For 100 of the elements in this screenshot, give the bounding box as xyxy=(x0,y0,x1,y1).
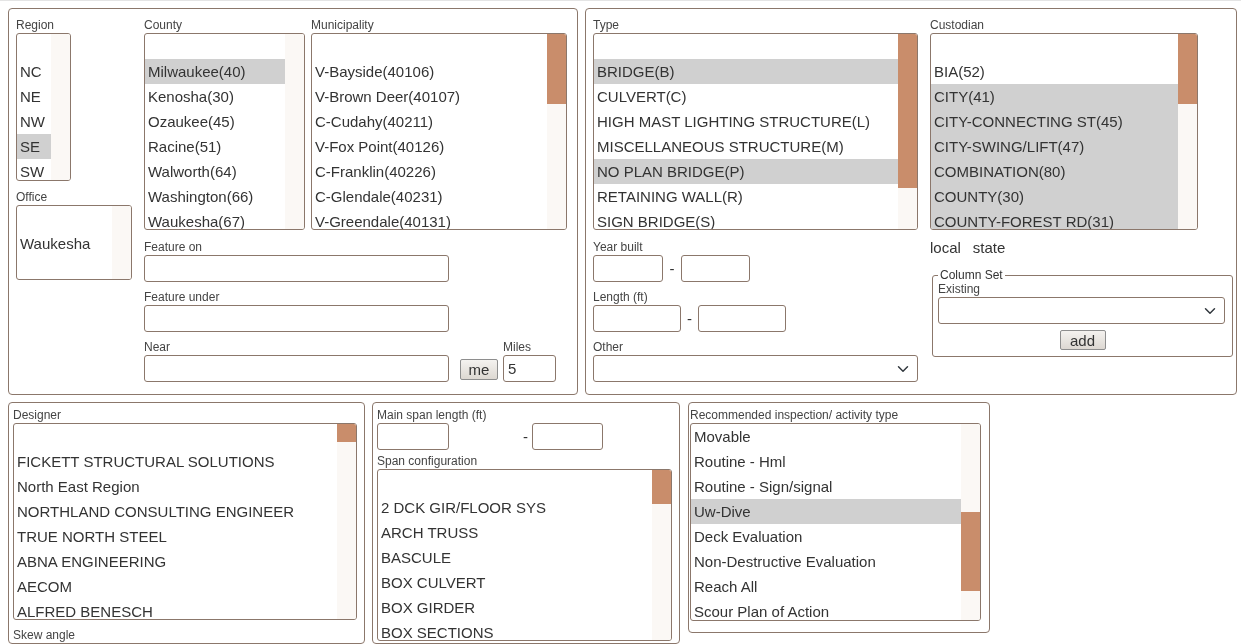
scrollbar-thumb[interactable] xyxy=(961,512,980,591)
designer-listbox[interactable]: FICKETT STRUCTURAL SOLUTIONS North East Region NORTHLAND CONSULTING ENGINEER TRUE NORTH STEEL ABNA ENGINEERING AECOM ALFRED BENESCH xyxy=(13,423,357,620)
field-label: County xyxy=(144,18,184,33)
list-item[interactable]: CITY-SWING/LIFT(47) xyxy=(931,134,1178,159)
scope-link[interactable]: state xyxy=(972,238,1006,258)
list-item[interactable]: Milwaukee(40) xyxy=(145,59,285,84)
list-item[interactable]: NE xyxy=(17,84,51,109)
list-item[interactable]: SW xyxy=(17,159,51,180)
list-item[interactable]: COUNTY(30) xyxy=(931,184,1178,209)
input-field[interactable] xyxy=(144,305,449,332)
list-item[interactable]: COMBINATION(80) xyxy=(931,159,1178,184)
list-item[interactable]: BOX SECTIONS xyxy=(378,620,652,640)
list-item[interactable]: BASCULE xyxy=(378,545,652,570)
input-field[interactable] xyxy=(698,305,786,332)
scrollbar[interactable] xyxy=(898,34,917,229)
region-listbox[interactable]: NC NE NW SE SW xyxy=(16,33,71,181)
list-item[interactable]: Racine(51) xyxy=(145,134,285,159)
list-item[interactable]: V-Fox Point(40126) xyxy=(312,134,547,159)
list-item[interactable]: RETAINING WALL(R) xyxy=(594,184,898,209)
input-field[interactable] xyxy=(144,355,449,382)
list-item[interactable]: HIGH MAST LIGHTING STRUCTURE(L) xyxy=(594,109,898,134)
field-label: Region xyxy=(16,18,56,33)
list-item[interactable]: TRUE NORTH STEEL xyxy=(14,524,337,549)
scrollbar[interactable] xyxy=(337,424,356,619)
input-field[interactable] xyxy=(144,255,449,282)
scope-link[interactable]: local xyxy=(930,238,961,258)
list-item[interactable]: V-Brown Deer(40107) xyxy=(312,84,547,109)
scrollbar-thumb[interactable] xyxy=(337,424,356,442)
list-item[interactable]: Non-Destructive Evaluation xyxy=(691,549,961,574)
inspection-type-listbox[interactable]: Movable Routine - Hml Routine - Sign/signal Uw-Dive Deck Evaluation Non-Destructive Evaluation Reach All Scour Plan of Action xyxy=(690,423,981,621)
add-button[interactable]: add xyxy=(1059,330,1106,350)
list-item[interactable]: Reach All xyxy=(691,574,961,599)
other-select[interactable] xyxy=(593,355,918,382)
existing-select[interactable] xyxy=(938,297,1225,324)
list-item[interactable]: NC xyxy=(17,59,51,84)
scrollbar[interactable] xyxy=(285,34,304,229)
scrollbar-thumb[interactable] xyxy=(652,470,671,504)
list-item[interactable]: BRIDGE(B) xyxy=(594,59,898,84)
list-item[interactable]: North East Region xyxy=(14,474,337,499)
field-label: Feature on xyxy=(144,240,204,255)
list-item[interactable]: ARCH TRUSS xyxy=(378,520,652,545)
list-item[interactable]: NO PLAN BRIDGE(P) xyxy=(594,159,898,184)
list-item[interactable]: CITY(41) xyxy=(931,84,1178,109)
field-label: Type xyxy=(593,18,620,33)
list-item[interactable]: 2 DCK GIR/FLOOR SYS xyxy=(378,495,652,520)
input-field[interactable] xyxy=(377,423,449,450)
scrollbar[interactable] xyxy=(51,34,70,180)
input-field[interactable] xyxy=(593,305,681,332)
list-item[interactable]: NW xyxy=(17,109,51,134)
field-label: Length (ft) xyxy=(593,290,649,305)
list-item[interactable]: CITY-CONNECTING ST(45) xyxy=(931,109,1178,134)
input-field[interactable] xyxy=(681,255,750,282)
list-item[interactable]: V-Bayside(40106) xyxy=(312,59,547,84)
group-legend: Column Set xyxy=(938,268,1005,282)
list-item[interactable]: SE xyxy=(17,134,51,159)
list-item[interactable]: Washington(66) xyxy=(145,184,285,209)
field-label: Custodian xyxy=(930,18,986,33)
list-item[interactable]: Uw-Dive xyxy=(691,499,961,524)
scrollbar[interactable] xyxy=(112,206,131,279)
span-configuration-listbox[interactable]: 2 DCK GIR/FLOOR SYS ARCH TRUSS BASCULE BOX CULVERT BOX GIRDER BOX SECTIONS xyxy=(377,469,672,641)
list-item[interactable]: Movable xyxy=(691,424,961,449)
scrollbar[interactable] xyxy=(961,424,980,620)
field-label: Near xyxy=(144,340,171,355)
office-listbox[interactable]: Waukesha xyxy=(16,205,132,280)
list-item[interactable]: C-Franklin(40226) xyxy=(312,159,547,184)
list-item[interactable]: MISCELLANEOUS STRUCTURE(M) xyxy=(594,134,898,159)
scrollbar-thumb[interactable] xyxy=(898,34,917,189)
list-item[interactable]: C-Glendale(40231) xyxy=(312,184,547,209)
list-item[interactable]: CULVERT(C) xyxy=(594,84,898,109)
locate-button[interactable]: me xyxy=(460,359,498,380)
list-item[interactable]: C-Cudahy(40211) xyxy=(312,109,547,134)
field-label: Feature under xyxy=(144,290,221,305)
field-label: Other xyxy=(593,340,624,355)
list-item[interactable]: NORTHLAND CONSULTING ENGINEER xyxy=(14,499,337,524)
list-item[interactable]: BOX CULVERT xyxy=(378,570,652,595)
list-item[interactable]: BIA(52) xyxy=(931,59,1178,84)
scrollbar[interactable] xyxy=(1178,34,1197,229)
field-label: Designer xyxy=(13,408,63,423)
list-item[interactable]: AECOM xyxy=(14,574,337,599)
miles-field[interactable]: 5 xyxy=(503,355,556,382)
list-item[interactable]: BOX GIRDER xyxy=(378,595,652,620)
list-item[interactable]: Routine - Hml xyxy=(691,449,961,474)
list-item[interactable]: Walworth(64) xyxy=(145,159,285,184)
scrollbar[interactable] xyxy=(652,470,671,640)
scrollbar[interactable] xyxy=(547,34,566,229)
scrollbar-thumb[interactable] xyxy=(547,34,566,105)
list-item[interactable]: Scour Plan of Action xyxy=(691,599,961,620)
input-field[interactable] xyxy=(593,255,663,282)
list-item[interactable]: Deck Evaluation xyxy=(691,524,961,549)
input-field[interactable] xyxy=(532,423,603,450)
list-item[interactable]: Routine - Sign/signal xyxy=(691,474,961,499)
list-item[interactable]: FICKETT STRUCTURAL SOLUTIONS xyxy=(14,449,337,474)
field-label: Recommended inspection/ activity type xyxy=(690,408,900,423)
list-item[interactable]: ABNA ENGINEERING xyxy=(14,549,337,574)
list-item[interactable]: Ozaukee(45) xyxy=(145,109,285,134)
list-item[interactable]: Kenosha(30) xyxy=(145,84,285,109)
range-separator: - xyxy=(668,259,676,279)
scrollbar-thumb[interactable] xyxy=(1178,34,1197,105)
list-item[interactable]: Waukesha xyxy=(17,231,112,256)
list-item[interactable]: ALFRED BENESCH xyxy=(14,599,337,619)
